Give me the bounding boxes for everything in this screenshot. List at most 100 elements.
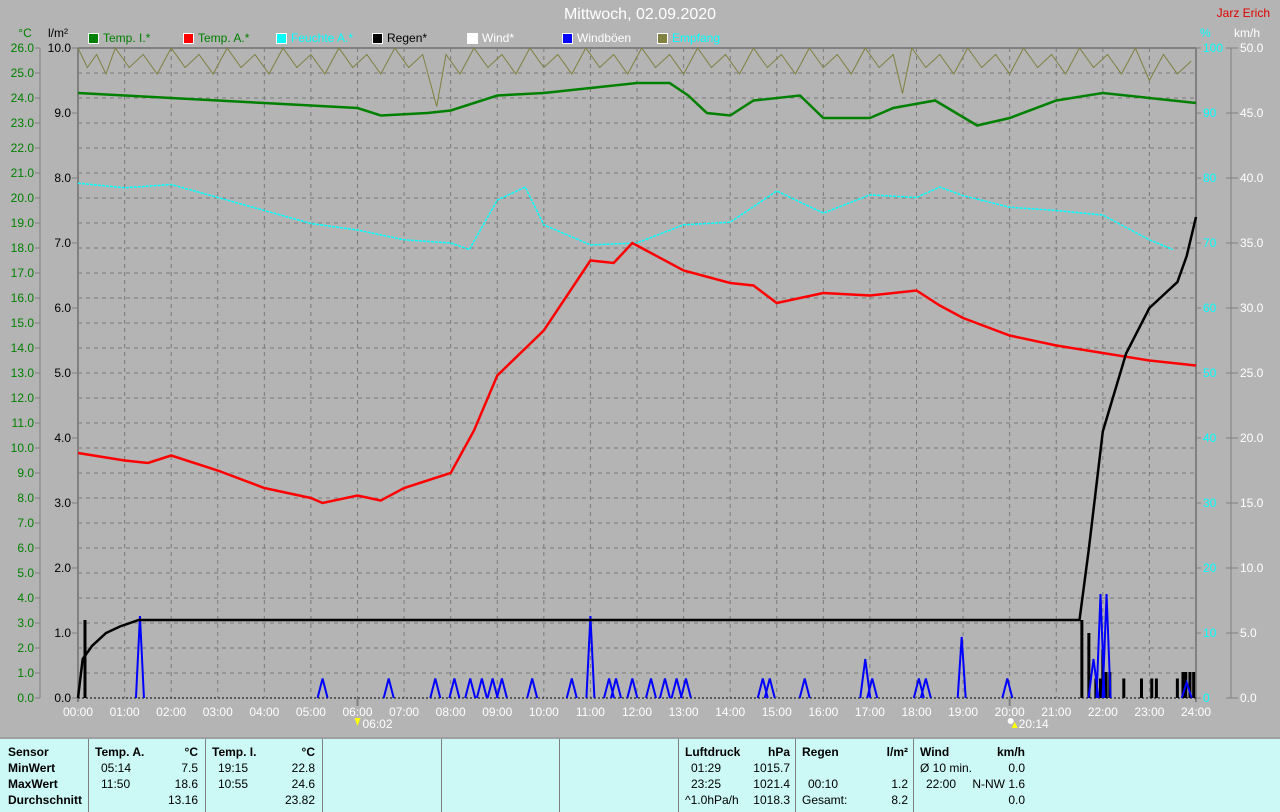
legend-swatch [276,32,287,44]
hum-tick-label: 10 [1203,626,1217,640]
pressure-header: Luftdruck [685,745,741,759]
wind-gust-spike [316,678,329,699]
temp-tick-label: 23.0 [11,116,35,130]
wind-gust-spike [382,678,395,699]
hum-tick-label: 60 [1203,301,1217,315]
wind-avg: 0.0 [1008,761,1025,775]
temp-a-header: Temp. A. [95,745,145,759]
legend-item: Windböen [562,31,631,45]
wind-gust-spike [763,678,776,699]
x-tick-label: 13:00 [669,705,699,719]
legend-swatch [467,32,478,44]
legend-label: Empfang [672,31,721,45]
x-tick-label: 12:00 [622,705,652,719]
temp-axis-unit: °C [18,26,32,40]
wind-column: Wind km/h Ø 10 min. 0.0 22:00 N-NW 1.6 0… [913,739,1031,812]
temp-a-unit: °C [184,745,198,759]
temp-tick-label: 2.0 [17,641,34,655]
pressure-max-time: 23:25 [691,777,722,791]
pressure-min-time: 01:29 [691,761,722,775]
rain-tick-label: 2.0 [54,561,71,575]
temp-tick-label: 1.0 [17,666,34,680]
temp-i-max: 24.6 [291,777,315,791]
temp-tick-label: 14.0 [11,341,35,355]
legend-swatch [88,32,99,44]
rain-tick-label: 1.0 [54,626,71,640]
x-tick-label: 23:00 [1134,705,1164,719]
wind-unit: km/h [996,745,1025,759]
temp-i-avg: 23.82 [284,793,315,807]
legend-item: Temp. I.* [88,31,150,45]
rain-tick-label: 8.0 [54,171,71,185]
wind-tick-label: 45.0 [1240,106,1264,120]
temp-tick-label: 21.0 [11,166,35,180]
temp-i-max-time: 10:55 [218,777,249,791]
pressure-column: Luftdruck hPa 01:29 1015.7 23:25 1021.4 … [678,739,796,812]
wind-gust-spike [565,678,578,699]
temp-tick-label: 26.0 [11,41,35,55]
rain-tick-label: 7.0 [54,236,71,250]
temp-i-min: 22.8 [291,761,315,775]
x-tick-label: 01:00 [110,705,140,719]
x-tick-label: 03:00 [203,705,233,719]
wind-tick-label: 25.0 [1240,366,1264,380]
rain-total: 8.2 [891,793,908,807]
temp-tick-label: 16.0 [11,291,35,305]
wind-header: Wind [920,745,950,759]
rain-tick-label: 3.0 [54,496,71,510]
rain-bar [1080,620,1084,698]
wind-gust-spike [526,678,539,699]
wind-gust-spike [495,678,508,699]
weather-chart: °C l/m²% km/h 0.0 1.0 2.0 3.0 4.0 5.0 6.0 7.0 8.0 9.… [11,26,1264,731]
temp-tick-label: 15.0 [11,316,35,330]
statistics-table: Sensor MinWert MaxWert Durchschnitt Temp… [0,737,1280,812]
wind-gust-spike [475,678,488,699]
x-tick-label: 10:00 [529,705,559,719]
rain-header: Regen [802,745,839,759]
pressure-avg: 1018.3 [753,793,790,807]
empty-column [322,739,442,812]
hum-tick-label: 70 [1203,236,1217,250]
wind-tick-label: 5.0 [1240,626,1257,640]
sensor-header: Sensor [8,745,49,759]
x-tick-label: 15:00 [762,705,792,719]
x-tick-label: 18:00 [901,705,931,719]
x-tick-label: 16:00 [808,705,838,719]
temp-tick-label: 10.0 [11,441,35,455]
temp-a-column: Temp. A. °C 05:14 7.5 11:50 18.6 13.16 [88,739,206,812]
wind-gust-spike [486,678,499,699]
hum-tick-label: 40 [1203,431,1217,445]
temp-tick-label: 5.0 [17,566,34,580]
hum-tick-label: 90 [1203,106,1217,120]
x-tick-label: 05:00 [296,705,326,719]
wind-axis-unit: km/h [1234,26,1260,40]
temp-i-header: Temp. I. [212,745,257,759]
rain-max-time: 00:10 [808,777,839,791]
rain-bar [1154,678,1158,698]
hum-tick-label: 80 [1203,171,1217,185]
hum-tick-label: 0 [1203,691,1210,705]
x-tick-label: 00:00 [63,705,93,719]
wind-gust-spike [429,678,442,699]
legend-item: Feuchte A.* [276,31,353,45]
legend-label: Windböen [577,31,632,45]
rain-tick-label: 10.0 [48,41,72,55]
temp-tick-label: 7.0 [17,516,34,530]
wind-max-time: 22:00 [926,777,957,791]
temp-i-min-time: 19:15 [218,761,249,775]
wind-gust-spike [626,678,639,699]
legend-swatch [562,32,573,44]
wind-gust-spike [645,678,657,699]
rain-tick-label: 6.0 [54,301,71,315]
pressure-max: 1021.4 [753,777,790,791]
temp-tick-label: 0.0 [17,691,34,705]
wind-gust-spike [464,678,477,699]
rain-unit: l/m² [886,745,908,759]
x-tick-label: 08:00 [436,705,466,719]
wind-tick-label: 50.0 [1240,41,1264,55]
x-tick-label: 24:00 [1181,705,1211,719]
x-tick-label: 11:00 [576,705,605,719]
temp-tick-label: 17.0 [11,266,35,280]
wind-gust-spike [679,678,692,699]
temp-tick-label: 4.0 [17,591,34,605]
